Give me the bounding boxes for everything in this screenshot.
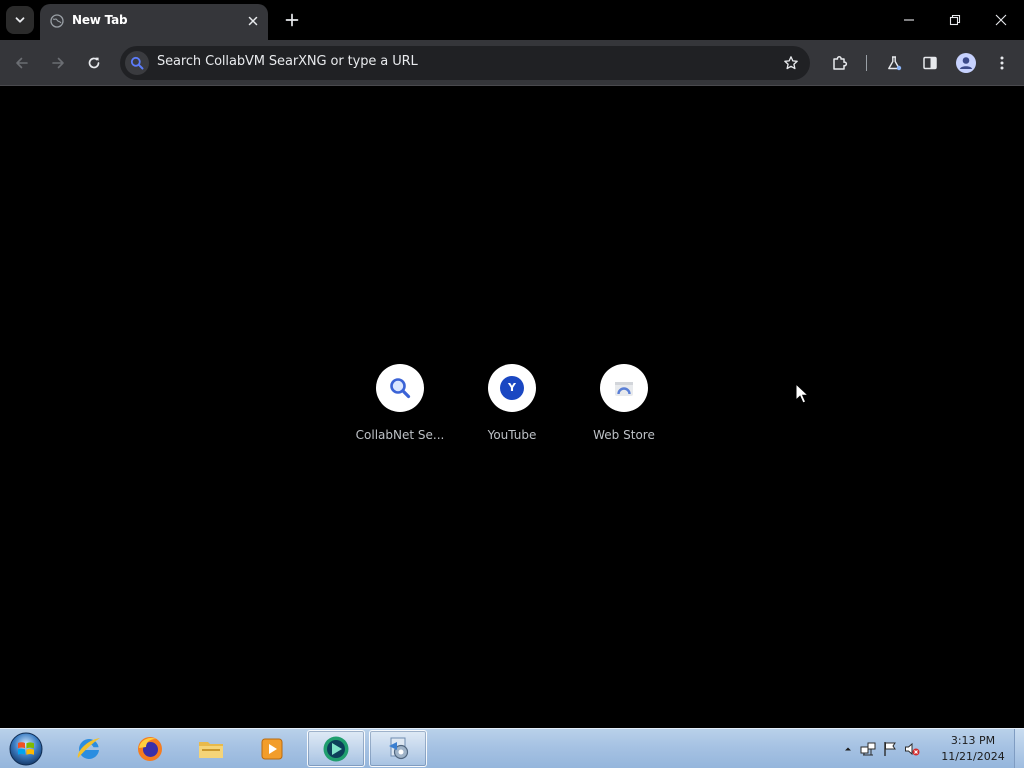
shortcut-tile: Y (488, 364, 536, 412)
plus-icon (285, 13, 299, 27)
shortcut-tile (600, 364, 648, 412)
clock-date: 11/21/2024 (941, 750, 1005, 763)
chrome-like-browser-icon (323, 736, 349, 761)
shortcut-youtube[interactable]: Y YouTube (456, 354, 568, 450)
volume-muted-icon (905, 742, 920, 756)
minimize-icon (904, 19, 914, 21)
network-tray-button[interactable] (860, 741, 876, 757)
shortcut-tile (376, 364, 424, 412)
side-panel-icon (923, 56, 937, 70)
minimize-button[interactable] (886, 0, 932, 40)
show-hidden-icons-button[interactable] (840, 741, 856, 757)
arrow-left-icon (16, 57, 28, 69)
firefox-icon (138, 736, 162, 761)
search-icon (130, 56, 144, 70)
shortcut-web-store[interactable]: Web Store (568, 354, 680, 450)
taskbar-firefox[interactable] (121, 730, 179, 767)
restore-button[interactable] (932, 0, 978, 40)
taskbar-control-panel-window[interactable] (369, 730, 427, 767)
shortcut-collabnet-search[interactable]: CollabNet Se... (344, 354, 456, 450)
reload-button[interactable] (80, 49, 108, 77)
show-desktop-button[interactable] (1014, 729, 1024, 768)
shortcut-label: Web Store (593, 428, 655, 442)
taskbar-file-explorer[interactable] (182, 730, 240, 767)
chevron-down-icon (15, 17, 25, 23)
extensions-button[interactable] (826, 49, 854, 77)
labs-button[interactable] (880, 49, 908, 77)
control-panel-icon (389, 737, 409, 759)
omnibox-placeholder: Search CollabVM SearXNG or type a URL (157, 54, 418, 69)
start-button[interactable] (6, 730, 46, 768)
windows-taskbar: 3:13 PM 11/21/2024 (0, 728, 1024, 768)
show-hidden-icons-icon (845, 747, 851, 751)
action-center-tray-button[interactable] (882, 741, 898, 757)
desktop-screen: New Tab Search CollabVM SearXNG or type … (0, 0, 1024, 768)
profile-icon (956, 53, 976, 73)
star-icon (784, 56, 798, 70)
volume-tray-button[interactable] (904, 741, 920, 757)
tab-close-button[interactable] (244, 12, 262, 30)
taskbar-media-player[interactable] (243, 730, 301, 767)
taskbar-browser-window[interactable] (307, 730, 365, 767)
window-close-button[interactable] (978, 0, 1024, 40)
file-explorer-icon (199, 741, 223, 758)
forward-button[interactable] (44, 49, 72, 77)
network-icon (860, 742, 876, 756)
media-player-icon (261, 738, 283, 759)
new-tab-button[interactable] (280, 8, 304, 32)
omnibox[interactable]: Search CollabVM SearXNG or type a URL (120, 46, 810, 80)
shortcut-label: CollabNet Se... (355, 428, 445, 442)
taskbar-internet-explorer[interactable] (60, 730, 118, 767)
restore-icon (949, 14, 961, 26)
mouse-cursor-icon (795, 383, 809, 404)
bookmark-button[interactable] (780, 52, 802, 74)
tab-strip: New Tab (0, 0, 1024, 40)
toolbar-separator (866, 55, 867, 71)
taskbar-clock[interactable]: 3:13 PM 11/21/2024 (932, 733, 1014, 765)
tab-new-tab[interactable]: New Tab (40, 4, 268, 40)
web-store-icon (615, 382, 633, 396)
tab-search-button[interactable] (6, 6, 34, 34)
letter-y-text: Y (508, 381, 516, 394)
profile-button[interactable] (952, 49, 980, 77)
magnifier-icon (390, 378, 411, 399)
internet-explorer-icon (77, 737, 100, 759)
side-panel-button[interactable] (916, 49, 944, 77)
shortcut-label: YouTube (487, 428, 537, 442)
search-engine-badge (125, 51, 149, 75)
new-tab-page: CollabNet Se... Y YouTube Web Store (0, 86, 1024, 728)
menu-kebab-icon (1000, 56, 1004, 70)
browser-toolbar: Search CollabVM SearXNG or type a URL (0, 40, 1024, 86)
windows-orb-icon (9, 732, 43, 766)
action-center-flag-icon (884, 742, 896, 756)
reload-icon (88, 57, 100, 69)
close-icon (248, 16, 258, 26)
menu-button[interactable] (988, 49, 1016, 77)
extensions-icon (833, 56, 848, 70)
close-icon (995, 14, 1007, 26)
tab-title: New Tab (72, 13, 128, 27)
back-button[interactable] (8, 49, 36, 77)
labs-flask-icon (888, 56, 902, 71)
arrow-right-icon (52, 57, 64, 69)
globe-icon (50, 14, 64, 28)
clock-time: 3:13 PM (950, 734, 996, 747)
